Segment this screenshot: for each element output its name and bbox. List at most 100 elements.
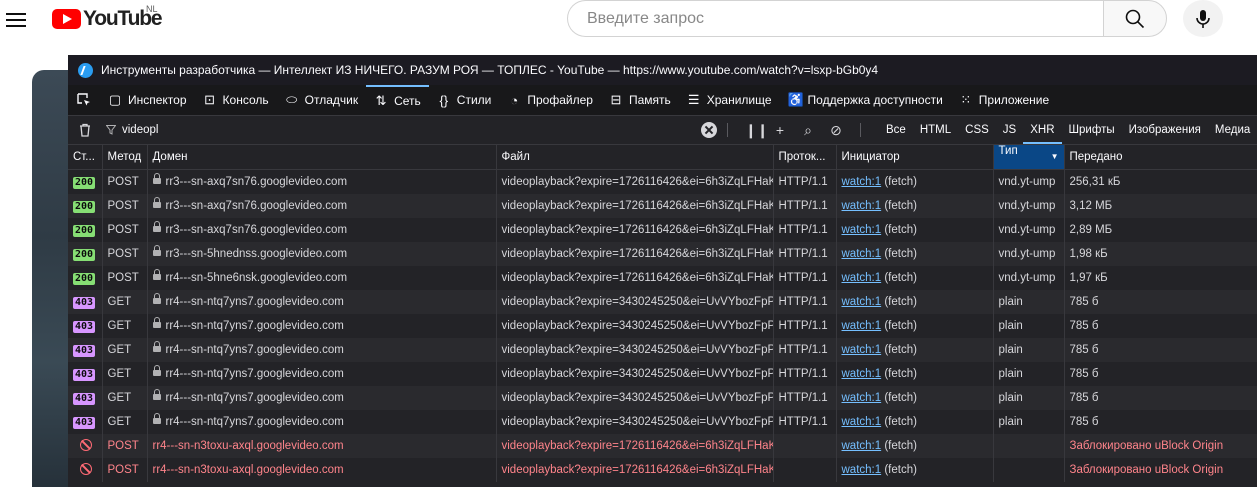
tab-accessibility[interactable]: ♿ Поддержка доступности <box>780 85 951 115</box>
lock-icon <box>152 389 161 400</box>
tab-network[interactable]: ⇅ Сеть <box>366 85 429 115</box>
clear-log-icon[interactable] <box>78 123 92 137</box>
table-row[interactable]: POST rr4---sn-n3toxu-axql.googlevideo.com… <box>68 434 1257 458</box>
tab-styles[interactable]: {} Стили <box>429 85 500 115</box>
filter-xhr[interactable]: XHR <box>1023 116 1062 144</box>
domain-cell: rr4---sn-ntq7yns7.googlevideo.com <box>147 362 497 386</box>
table-row[interactable]: 403 GET rr4---sn-ntq7yns7.googlevideo.com v… <box>68 362 1257 386</box>
column-domain[interactable]: Домен <box>147 145 497 170</box>
table-row[interactable]: 200 POST rr4---sn-5hne6nsk.googlevideo.com… <box>68 266 1257 290</box>
table-row[interactable]: 403 GET rr4---sn-ntq7yns7.googlevideo.com v… <box>68 410 1257 434</box>
filter-html[interactable]: HTML <box>913 116 958 144</box>
column-initiator[interactable]: Инициатор <box>836 145 994 170</box>
column-protocol[interactable]: Проток... <box>773 145 837 170</box>
column-status[interactable]: Ст... <box>68 145 103 170</box>
menu-icon[interactable] <box>6 10 26 30</box>
column-type[interactable]: Тип ▼ <box>993 145 1065 170</box>
tab-profiler[interactable]: ◔ Профайлер <box>499 85 601 115</box>
initiator-link[interactable]: watch:1 <box>842 272 882 284</box>
search-button[interactable] <box>1103 0 1167 37</box>
url-filter-input[interactable] <box>120 123 644 137</box>
clear-filter-icon[interactable] <box>701 122 717 138</box>
domain-cell: rr4---sn-5hne6nsk.googlevideo.com <box>147 266 497 290</box>
table-row[interactable]: 200 POST rr3---sn-5hnednss.googlevideo.com… <box>68 242 1257 266</box>
type-cell: plain <box>993 386 1065 410</box>
table-row[interactable]: 200 POST rr3---sn-axq7sn76.googlevideo.com… <box>68 218 1257 242</box>
separator <box>727 123 728 137</box>
filter-media[interactable]: Медиа <box>1208 116 1257 144</box>
protocol-cell <box>773 458 837 482</box>
voice-search-button[interactable] <box>1183 0 1223 37</box>
filter-js[interactable]: JS <box>996 116 1023 144</box>
status-cell: 403 <box>68 362 103 386</box>
filter-images[interactable]: Изображения <box>1122 116 1208 144</box>
type-cell: plain <box>993 362 1065 386</box>
search-box[interactable] <box>567 0 1103 37</box>
network-icon: ⇅ <box>375 93 387 108</box>
styles-icon: {} <box>439 92 449 108</box>
initiator-link[interactable]: watch:1 <box>842 296 882 308</box>
status-badge: 200 <box>73 272 96 285</box>
filter-actions: ❙❙ + ⌕ ⊘ Все HTML CSS JS XHR Шрифты Изоб… <box>701 116 1257 144</box>
table-row[interactable]: 200 POST rr3---sn-axq7sn76.googlevideo.com… <box>68 169 1257 194</box>
table-row[interactable]: 403 GET rr4---sn-ntq7yns7.googlevideo.com v… <box>68 338 1257 362</box>
initiator-link[interactable]: watch:1 <box>842 320 882 332</box>
youtube-logo[interactable]: YouTube <box>52 7 163 30</box>
add-icon[interactable]: + <box>773 122 787 138</box>
filter-css[interactable]: CSS <box>958 116 996 144</box>
tab-memory[interactable]: ⊟ Память <box>601 85 679 115</box>
filter-fonts[interactable]: Шрифты <box>1062 116 1122 144</box>
search-icon <box>1125 9 1145 29</box>
initiator-cell: watch:1 (fetch) <box>836 194 994 218</box>
table-row[interactable]: 403 GET rr4---sn-ntq7yns7.googlevideo.com v… <box>68 314 1257 338</box>
table-row[interactable]: 403 GET rr4---sn-ntq7yns7.googlevideo.com v… <box>68 386 1257 410</box>
type-cell: plain <box>993 290 1065 314</box>
table-row[interactable]: 403 GET rr4---sn-ntq7yns7.googlevideo.com v… <box>68 290 1257 314</box>
sort-descending-icon: ▼ <box>1050 152 1059 161</box>
type-cell: vnd.yt-ump <box>993 266 1065 290</box>
initiator-link[interactable]: watch:1 <box>842 200 882 212</box>
status-cell <box>68 434 103 458</box>
column-method[interactable]: Метод <box>102 145 148 170</box>
lock-icon <box>152 173 161 184</box>
initiator-link[interactable]: watch:1 <box>842 368 882 380</box>
initiator-link[interactable]: watch:1 <box>842 464 882 476</box>
status-cell: 200 <box>68 218 103 242</box>
tab-inspector[interactable]: ▢ Инспектор <box>100 85 195 115</box>
tab-debugger[interactable]: ⬭ Отладчик <box>277 85 366 115</box>
initiator-link[interactable]: watch:1 <box>842 248 882 260</box>
initiator-link[interactable]: watch:1 <box>842 176 882 188</box>
transferred-cell: 785 б <box>1064 362 1257 386</box>
protocol-cell <box>773 434 837 458</box>
element-picker-button[interactable] <box>68 85 100 115</box>
domain-cell: rr3---sn-axq7sn76.googlevideo.com <box>147 194 497 218</box>
initiator-link[interactable]: watch:1 <box>842 344 882 356</box>
firefox-icon <box>78 62 93 78</box>
file-cell: videoplayback?expire=3430245250&ei=UvVYb… <box>496 410 774 434</box>
tab-storage[interactable]: ☰ Хранилище <box>679 85 780 115</box>
table-row[interactable]: POST rr4---sn-n3toxu-axql.googlevideo.com… <box>68 458 1257 482</box>
status-cell: 200 <box>68 169 103 194</box>
initiator-link[interactable]: watch:1 <box>842 440 882 452</box>
transferred-cell: 1,97 кБ <box>1064 266 1257 290</box>
tab-application[interactable]: ⁙ Приложение <box>951 85 1057 115</box>
tab-console[interactable]: ⊡ Консоль <box>195 85 277 115</box>
search-input[interactable] <box>585 9 1089 29</box>
initiator-link[interactable]: watch:1 <box>842 224 882 236</box>
element-picker-icon <box>77 93 90 106</box>
column-transferred[interactable]: Передано <box>1064 145 1257 170</box>
filter-all[interactable]: Все <box>879 116 913 144</box>
column-file[interactable]: Файл <box>496 145 774 170</box>
type-cell: vnd.yt-ump <box>993 218 1065 242</box>
transferred-cell: 785 б <box>1064 314 1257 338</box>
file-cell: videoplayback?expire=1726116426&ei=6h3iZ… <box>496 434 774 458</box>
status-badge: 200 <box>73 176 96 189</box>
domain-cell: rr3---sn-axq7sn76.googlevideo.com <box>147 218 497 242</box>
initiator-link[interactable]: watch:1 <box>842 416 882 428</box>
search-icon[interactable]: ⌕ <box>801 122 815 139</box>
block-icon[interactable]: ⊘ <box>829 122 843 139</box>
url-filter[interactable] <box>106 123 644 137</box>
table-row[interactable]: 200 POST rr3---sn-axq7sn76.googlevideo.com… <box>68 194 1257 218</box>
pause-icon[interactable]: ❙❙ <box>745 122 768 139</box>
initiator-link[interactable]: watch:1 <box>842 392 882 404</box>
